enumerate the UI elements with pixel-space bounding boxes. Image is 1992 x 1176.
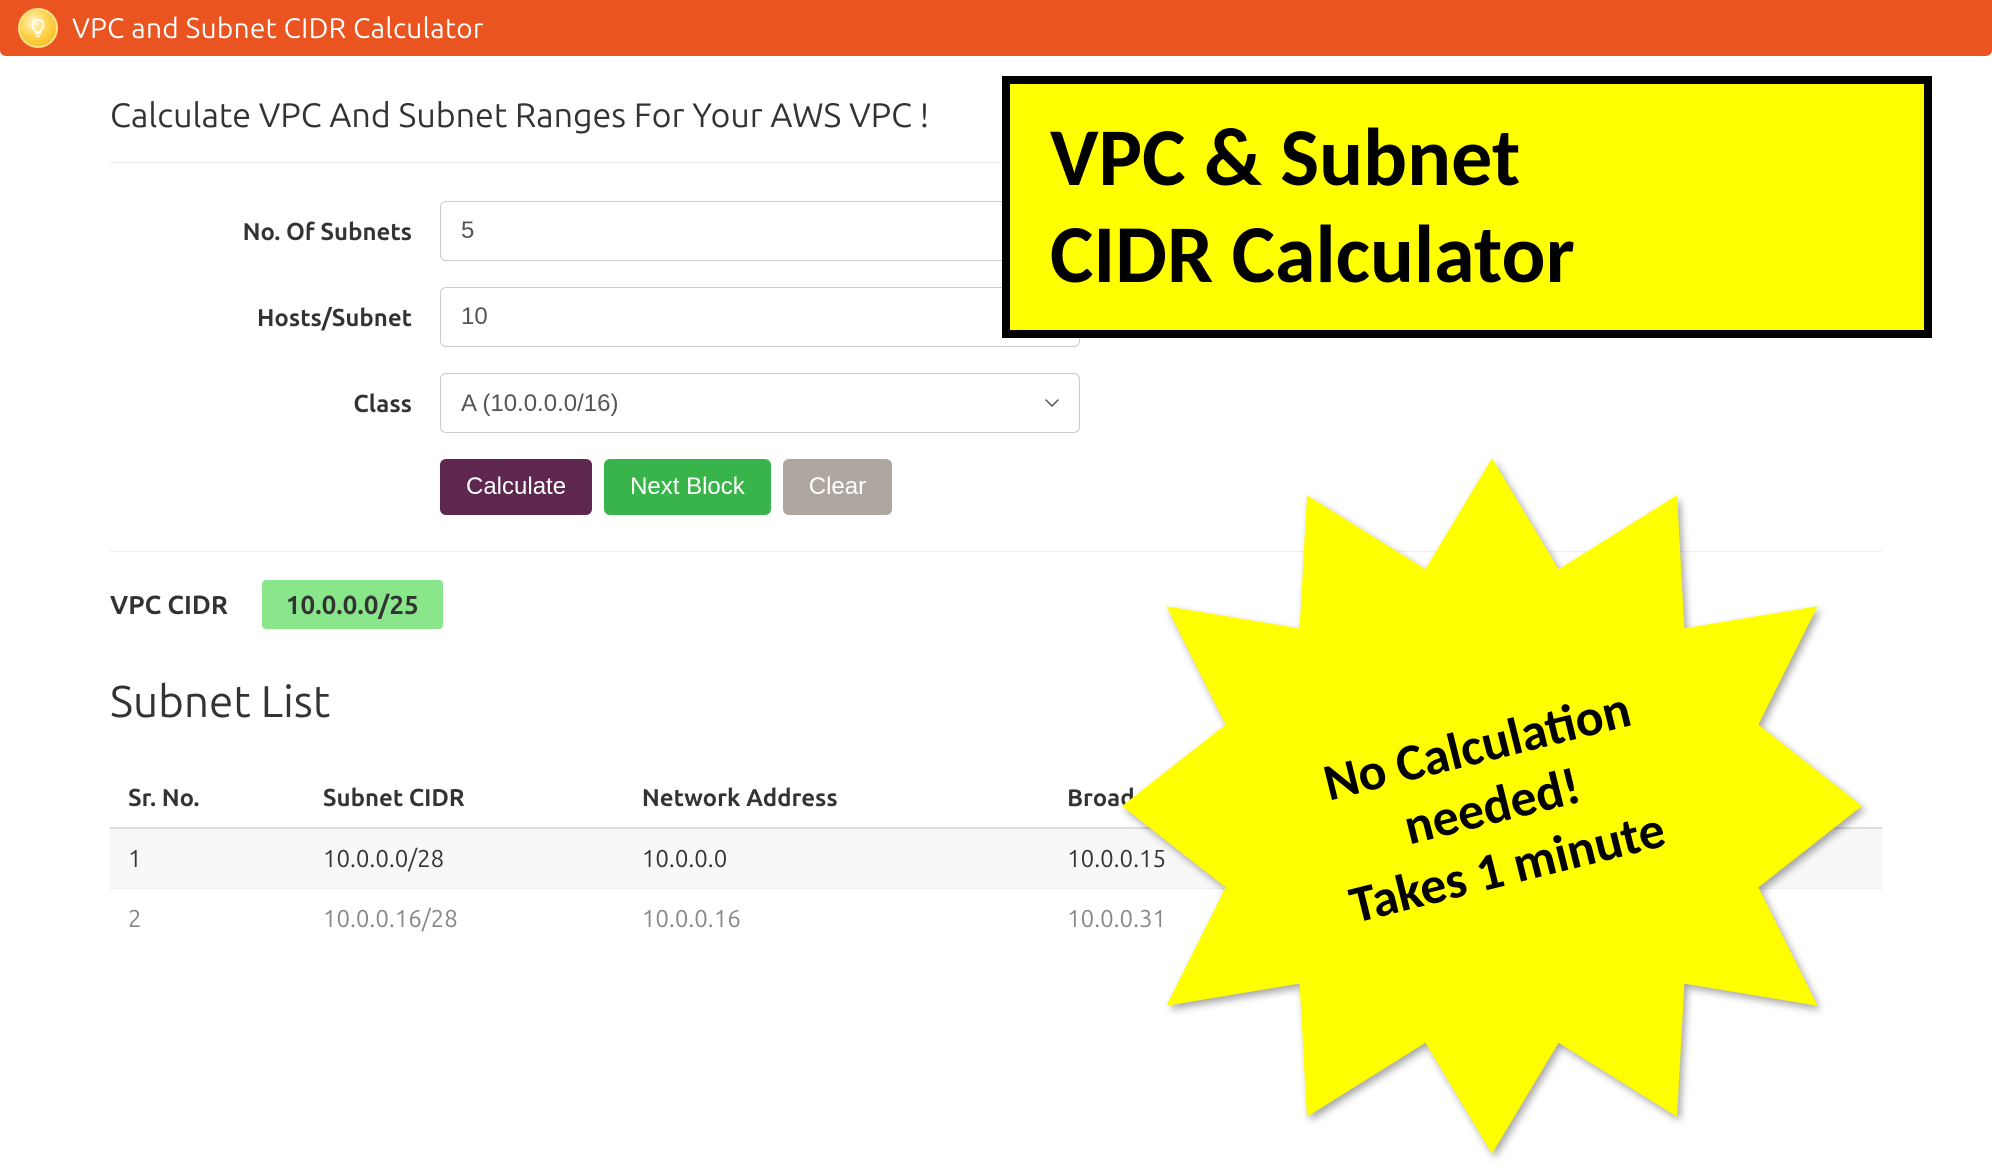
subnets-input[interactable] (440, 201, 1080, 261)
col-network-address: Network Address (624, 768, 1049, 828)
overlay-line2: CIDR Calculator (1050, 207, 1884, 304)
cell-net: 10.0.0.16 (624, 889, 1049, 949)
next-block-button[interactable]: Next Block (604, 459, 771, 515)
overlay-line1: VPC & Subnet (1050, 110, 1884, 207)
divider (110, 551, 1882, 552)
cell-bcast: 10.0.0.31 (1049, 889, 1474, 949)
cell-net: 10.0.0.0 (624, 828, 1049, 889)
col-address-range: Address Range (1474, 768, 1882, 828)
vpc-cidr-row: VPC CIDR 10.0.0.0/25 (110, 580, 1882, 629)
col-subnet-cidr: Subnet CIDR (305, 768, 624, 828)
table-row: 1 10.0.0.0/28 10.0.0.0 10.0.0.15 10.0.0.… (110, 828, 1882, 889)
col-srno: Sr. No. (110, 768, 305, 828)
col-broadcast-address: Broadcast Address (1049, 768, 1474, 828)
subnet-list-title: Subnet List (110, 677, 1882, 726)
cell-sr: 1 (110, 828, 305, 889)
button-row: Calculate Next Block Clear (440, 459, 1882, 515)
vpc-cidr-label: VPC CIDR (110, 590, 228, 619)
vpc-cidr-value: 10.0.0.0/25 (262, 580, 443, 629)
subnet-table: Sr. No. Subnet CIDR Network Address Broa… (110, 768, 1882, 948)
hosts-input[interactable] (440, 287, 1080, 347)
cell-bcast: 10.0.0.15 (1049, 828, 1474, 889)
class-label: Class (110, 390, 440, 417)
header-bar: VPC and Subnet CIDR Calculator (0, 0, 1992, 56)
content: Calculate VPC And Subnet Ranges For Your… (0, 56, 1992, 948)
cell-range: 10.0.0.20 to 10.0.0.30 (1474, 889, 1882, 949)
cell-range: 10.0.0.4 to 10.0.0.14 (1474, 828, 1882, 889)
table-header-row: Sr. No. Subnet CIDR Network Address Broa… (110, 768, 1882, 828)
header-title: VPC and Subnet CIDR Calculator (72, 13, 484, 44)
cell-sr: 2 (110, 889, 305, 949)
cell-cidr: 10.0.0.16/28 (305, 889, 624, 949)
overlay-title-box: VPC & Subnet CIDR Calculator (1002, 76, 1932, 338)
clear-button[interactable]: Clear (783, 459, 892, 515)
lightbulb-icon (18, 8, 58, 48)
calculate-button[interactable]: Calculate (440, 459, 592, 515)
class-select[interactable]: A (10.0.0.0/16) (440, 373, 1080, 433)
cell-cidr: 10.0.0.0/28 (305, 828, 624, 889)
row-class: Class A (10.0.0.0/16) (110, 373, 1882, 433)
hosts-label: Hosts/Subnet (110, 304, 440, 331)
table-row: 2 10.0.0.16/28 10.0.0.16 10.0.0.31 10.0.… (110, 889, 1882, 949)
subnets-label: No. Of Subnets (110, 218, 440, 245)
